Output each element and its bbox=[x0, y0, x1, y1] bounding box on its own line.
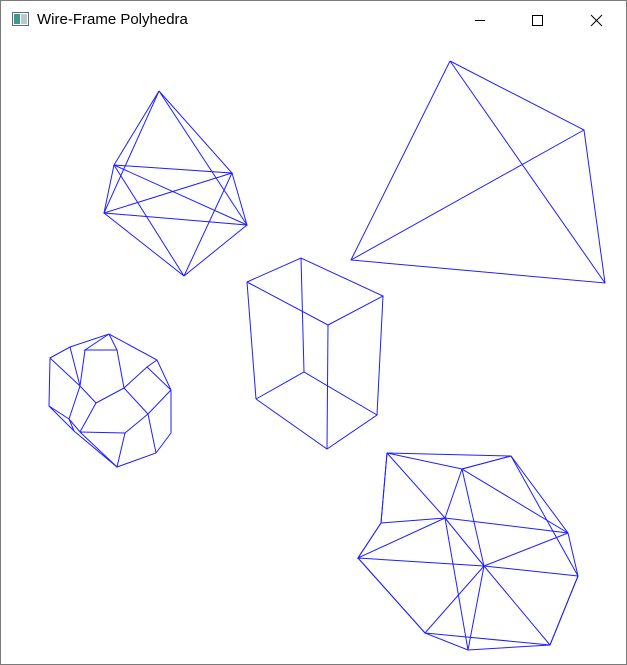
maximize-icon bbox=[532, 15, 543, 26]
dodecahedron-wireframe bbox=[48, 333, 172, 468]
maximize-button[interactable] bbox=[515, 1, 561, 39]
icosahedron-wireframe bbox=[356, 452, 579, 651]
window-title: Wire-Frame Polyhedra bbox=[37, 11, 188, 28]
title-bar[interactable]: Wire-Frame Polyhedra bbox=[1, 1, 626, 39]
octahedron-wireframe bbox=[103, 90, 248, 277]
app-window: Wire-Frame Polyhedra bbox=[0, 0, 627, 665]
app-window-icon bbox=[12, 12, 29, 26]
cube-wireframe bbox=[246, 257, 385, 450]
minimize-button[interactable] bbox=[457, 1, 503, 39]
tetrahedron-wireframe bbox=[350, 60, 606, 284]
close-icon bbox=[590, 14, 603, 27]
polyhedra-canvas bbox=[48, 60, 606, 651]
close-button[interactable] bbox=[573, 1, 619, 39]
minimize-icon bbox=[475, 20, 485, 21]
